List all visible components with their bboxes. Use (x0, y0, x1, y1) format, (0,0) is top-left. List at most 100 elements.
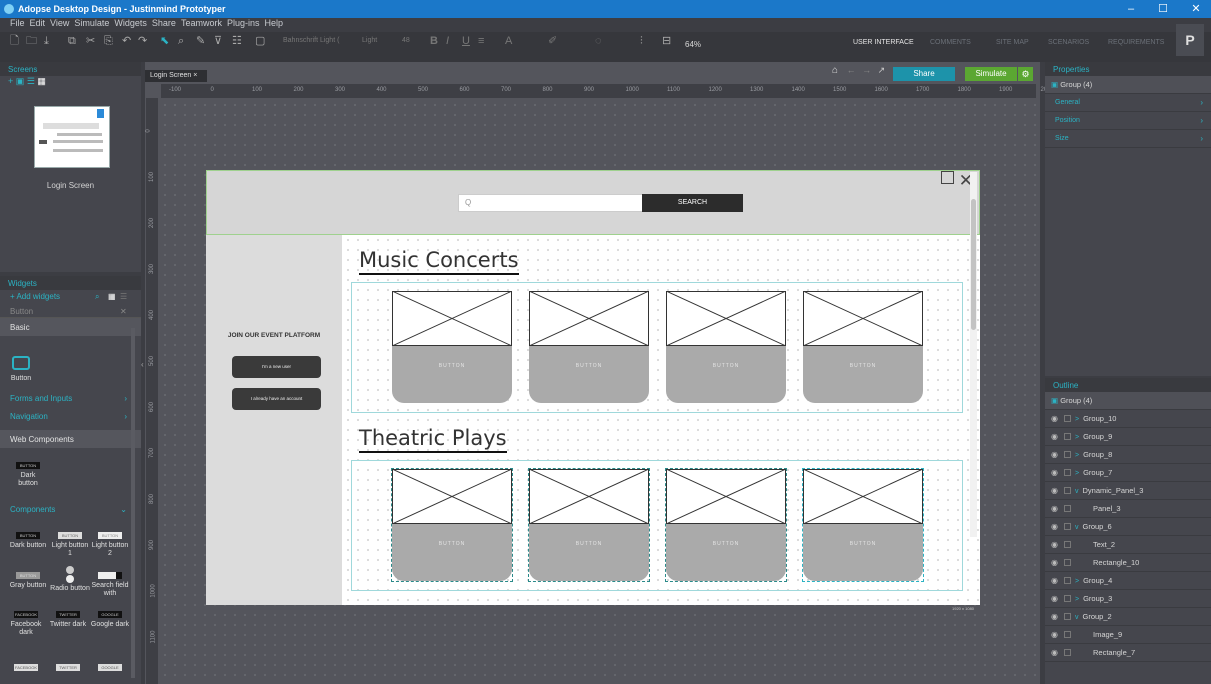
minimize-box-icon[interactable] (941, 171, 954, 184)
music-card[interactable]: BUTTON (529, 291, 649, 403)
component-light-button-2[interactable]: BUTTON Light button 2 (90, 532, 130, 558)
chevron-right-icon[interactable]: > (1075, 470, 1079, 477)
properties-general[interactable]: General › (1045, 94, 1211, 112)
component-google-dark[interactable]: GOOGLE Google dark (90, 611, 130, 629)
component-twitter-light[interactable]: TWITTER (48, 664, 88, 674)
have-account-button[interactable]: I already have an account (232, 388, 321, 410)
tab-login-screen[interactable]: Login Screen × (145, 70, 207, 82)
search-button[interactable]: SEARCH (642, 194, 743, 212)
component-gray-button[interactable]: BUTTON Gray button (8, 572, 48, 590)
outline-item[interactable]: ◉ > Group_10 (1045, 410, 1211, 428)
outline-item[interactable]: ◉ Panel_3 (1045, 500, 1211, 518)
section-basic[interactable]: Basic (0, 318, 141, 336)
section-forms[interactable]: Forms and Inputs › (0, 389, 141, 407)
theatre-card[interactable]: BUTTON (802, 468, 924, 582)
tab-requirements[interactable]: REQUIREMENTS (1108, 39, 1164, 46)
search-input[interactable]: Q (458, 194, 643, 212)
component-radio-button[interactable]: Radio button (50, 566, 90, 593)
tab-scenarios[interactable]: SCENARIOS (1048, 39, 1089, 46)
properties-size[interactable]: Size › (1045, 130, 1211, 148)
menu-simulate[interactable]: Simulate (74, 18, 109, 28)
new-user-button[interactable]: I'm a new user (232, 356, 321, 378)
component-facebook-light[interactable]: FACEBOOK (6, 664, 46, 674)
visibility-eye-icon[interactable]: ◉ (1051, 486, 1061, 495)
section-web-components[interactable]: Web Components (0, 430, 141, 448)
chevron-right-icon[interactable]: > (1075, 434, 1079, 441)
menu-teamwork[interactable]: Teamwork (181, 18, 222, 28)
outline-item[interactable]: ◉ > Group_8 (1045, 446, 1211, 464)
menu-view[interactable]: View (50, 18, 69, 28)
menu-help[interactable]: Help (264, 18, 283, 28)
back-icon[interactable]: ← (847, 65, 856, 75)
share-button[interactable]: Share (893, 67, 955, 81)
lock-checkbox[interactable] (1064, 451, 1071, 458)
outline-item[interactable]: ◉ Rectangle_10 (1045, 554, 1211, 572)
menu-edit[interactable]: Edit (30, 18, 46, 28)
theatre-card[interactable]: BUTTON (665, 468, 787, 582)
minimize-button[interactable]: – (1120, 2, 1142, 16)
visibility-eye-icon[interactable]: ◉ (1051, 648, 1061, 657)
tab-comments[interactable]: COMMENTS (930, 39, 971, 46)
lock-checkbox[interactable] (1064, 577, 1071, 584)
component-search-field[interactable]: Search field with (90, 572, 130, 598)
visibility-eye-icon[interactable]: ◉ (1051, 468, 1061, 477)
simulate-button[interactable]: Simulate (965, 67, 1017, 81)
user-avatar[interactable]: P (1176, 24, 1204, 56)
screen-item-label[interactable]: Login Screen (0, 181, 141, 190)
lock-checkbox[interactable] (1064, 631, 1071, 638)
card-button[interactable]: BUTTON (666, 346, 786, 403)
music-card[interactable]: BUTTON (392, 291, 512, 403)
lock-checkbox[interactable] (1064, 505, 1071, 512)
chevron-down-icon[interactable]: v (1075, 488, 1079, 495)
screen-thumbnail[interactable] (34, 106, 110, 168)
outline-item[interactable]: ◉ > Group_3 (1045, 590, 1211, 608)
chevron-right-icon[interactable]: > (1075, 578, 1079, 585)
lock-checkbox[interactable] (1064, 469, 1071, 476)
button-widget[interactable]: Button (6, 356, 36, 383)
add-widgets-link[interactable]: + Add widgets (10, 292, 60, 301)
lock-checkbox[interactable] (1064, 541, 1071, 548)
outline-item[interactable]: ◉ > Group_7 (1045, 464, 1211, 482)
visibility-eye-icon[interactable]: ◉ (1051, 576, 1061, 585)
section-navigation[interactable]: Navigation › (0, 407, 141, 425)
card-button[interactable]: BUTTON (666, 524, 786, 581)
outline-item[interactable]: ◉ > Group_4 (1045, 572, 1211, 590)
chevron-right-icon[interactable]: > (1075, 596, 1079, 603)
card-button[interactable]: BUTTON (529, 524, 649, 581)
music-card[interactable]: BUTTON (803, 291, 923, 403)
clear-icon[interactable]: ✕ (120, 307, 127, 316)
properties-group[interactable]: ▣ Group (4) (1045, 76, 1211, 94)
theatre-card[interactable]: BUTTON (528, 468, 650, 582)
list-view-icon[interactable]: ☰ (27, 76, 35, 86)
visibility-eye-icon[interactable]: ◉ (1051, 594, 1061, 603)
lock-checkbox[interactable] (1064, 613, 1071, 620)
chevron-down-icon[interactable]: v (1075, 614, 1079, 621)
visibility-eye-icon[interactable]: ◉ (1051, 630, 1061, 639)
login-screen-artboard[interactable]: Q SEARCH ✕ JOIN OUR EVENT PLATFORM I'm a… (206, 170, 980, 605)
list-view-icon[interactable]: ☰ (120, 292, 127, 301)
visibility-eye-icon[interactable]: ◉ (1051, 540, 1061, 549)
dark-button-widget[interactable]: BUTTON Dark button (10, 462, 46, 488)
visibility-eye-icon[interactable]: ◉ (1051, 612, 1061, 621)
add-screen-icon[interactable]: + (8, 76, 13, 86)
grid-view-icon[interactable]: ▦ (108, 292, 116, 301)
properties-position[interactable]: Position › (1045, 112, 1211, 130)
outline-item[interactable]: ◉ > Group_9 (1045, 428, 1211, 446)
component-light-button-1[interactable]: BUTTON Light button 1 (50, 532, 90, 558)
menu-plugins[interactable]: Plug-ins (227, 18, 260, 28)
widget-search-input[interactable]: Button ✕ (0, 304, 141, 318)
outline-item[interactable]: ◉ v Group_2 (1045, 608, 1211, 626)
expand-icon[interactable]: ↗ (878, 65, 886, 75)
folder-icon[interactable]: ▣ (16, 76, 25, 86)
lock-checkbox[interactable] (1064, 433, 1071, 440)
widgets-scrollbar[interactable] (131, 328, 135, 678)
music-card[interactable]: BUTTON (666, 291, 786, 403)
chevron-down-icon[interactable]: v (1075, 524, 1079, 531)
visibility-eye-icon[interactable]: ◉ (1051, 414, 1061, 423)
lock-checkbox[interactable] (1064, 415, 1071, 422)
search-icon[interactable]: ⌕ (95, 292, 99, 302)
outline-item[interactable]: ◉ Rectangle_7 (1045, 644, 1211, 662)
lock-checkbox[interactable] (1064, 559, 1071, 566)
tab-site-map[interactable]: SITE MAP (996, 39, 1029, 46)
theatre-card[interactable]: BUTTON (391, 468, 513, 582)
